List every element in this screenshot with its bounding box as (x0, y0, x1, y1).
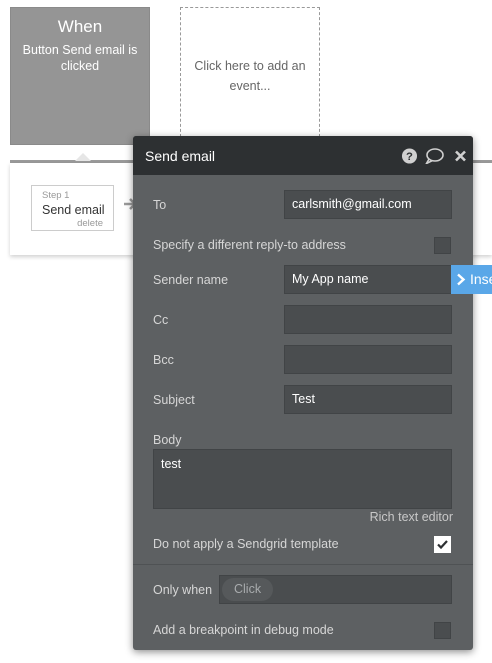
panel-title: Send email (145, 148, 216, 164)
rich-text-editor-link[interactable]: Rich text editor (370, 510, 453, 524)
panel-header: Send email ? (133, 136, 473, 175)
step-name: Send email (42, 203, 105, 217)
body-label: Body (153, 433, 182, 447)
to-field[interactable]: carlsmith@gmail.com (284, 190, 452, 219)
chevron-right-icon (457, 273, 466, 286)
bcc-field[interactable] (284, 345, 452, 374)
subject-label: Subject (153, 393, 195, 407)
step-delete-link[interactable]: delete (77, 218, 103, 229)
subject-field[interactable]: Test (284, 385, 452, 414)
comment-icon[interactable] (425, 148, 444, 164)
bcc-label: Bcc (153, 353, 174, 367)
to-label: To (153, 198, 167, 212)
breakpoint-label: Add a breakpoint in debug mode (153, 623, 334, 637)
sender-name-field[interactable]: My App name (284, 265, 452, 294)
only-when-condition-field[interactable]: Click (219, 575, 452, 604)
close-icon[interactable] (454, 148, 467, 164)
add-event-placeholder[interactable]: Click here to add an event... (180, 7, 320, 137)
cc-label: Cc (153, 313, 169, 327)
breakpoint-checkbox[interactable] (434, 622, 451, 639)
insert-dynamic-data-button[interactable]: Insert dynamic data (451, 265, 492, 294)
step-1-card[interactable]: Step 1 Send email delete (31, 185, 114, 231)
panel-divider (133, 564, 473, 565)
reply-to-checkbox[interactable] (434, 237, 451, 254)
svg-text:?: ? (406, 151, 413, 163)
step-number-label: Step 1 (42, 190, 70, 201)
help-icon[interactable]: ? (401, 148, 418, 164)
cc-field[interactable] (284, 305, 452, 334)
sendgrid-label: Do not apply a Sendgrid template (153, 537, 339, 551)
only-when-label: Only when (153, 583, 213, 597)
event-card-description: Button Send email is clicked (22, 43, 138, 73)
only-when-click-chip[interactable]: Click (222, 578, 274, 601)
event-card-title: When (57, 17, 103, 36)
checkmark-icon (437, 540, 448, 550)
action-properties-panel: Send email ? To carlsmith@gmail.com Spec… (133, 136, 473, 650)
event-card-button-send-email[interactable]: When Button Send email is clicked (10, 7, 150, 145)
timeline-notch (75, 153, 91, 161)
add-event-label: Click here to add an event... (194, 59, 306, 93)
sender-name-label: Sender name (153, 273, 229, 287)
reply-to-label: Specify a different reply-to address (153, 238, 346, 252)
sendgrid-checkbox[interactable] (434, 536, 451, 553)
insert-dynamic-data-label: Insert dynamic data (470, 271, 492, 287)
body-textarea[interactable]: test (153, 449, 452, 509)
